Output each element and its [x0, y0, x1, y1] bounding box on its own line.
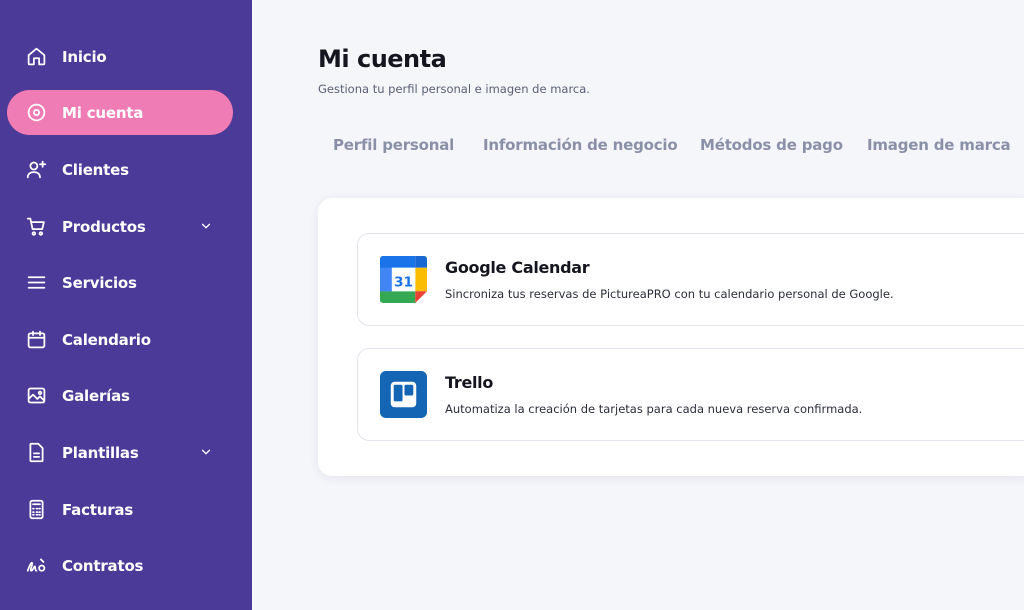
trello-logo — [380, 371, 427, 418]
account-circle-icon — [25, 101, 48, 124]
cart-icon — [25, 215, 48, 238]
file-icon — [25, 441, 48, 464]
sidebar-item-productos[interactable]: Productos — [7, 204, 233, 249]
sidebar-item-galerias[interactable]: Galerías — [7, 373, 233, 418]
google-calendar-logo: 31 — [380, 256, 427, 303]
calendar-icon — [25, 328, 48, 351]
tab-metodos-pago[interactable]: Métodos de pago — [700, 136, 843, 154]
tab-imagen-marca[interactable]: Imagen de marca — [867, 136, 1011, 154]
integration-description: Automatiza la creación de tarjetas para … — [445, 402, 863, 416]
page-title: Mi cuenta — [318, 45, 447, 73]
tab-informacion-negocio[interactable]: Información de negocio — [483, 136, 678, 154]
integration-name: Google Calendar — [445, 258, 590, 277]
sidebar-item-label: Servicios — [62, 273, 137, 292]
chevron-down-icon[interactable] — [199, 445, 213, 459]
sidebar-item-label: Mi cuenta — [62, 103, 144, 122]
sidebar-item-facturas[interactable]: Facturas — [7, 487, 233, 532]
page-subtitle: Gestiona tu perfil personal e imagen de … — [318, 82, 590, 96]
sidebar-item-label: Contratos — [62, 556, 144, 575]
integrations-card: 31 Google Calendar Sincroniza tus reserv… — [318, 198, 1024, 476]
integration-trello[interactable]: Trello Automatiza la creación de tarjeta… — [357, 348, 1024, 441]
menu-lines-icon — [25, 271, 48, 294]
sidebar-item-plantillas[interactable]: Plantillas — [7, 430, 233, 475]
main-content: Mi cuenta Gestiona tu perfil personal e … — [252, 0, 1024, 610]
sidebar-item-label: Productos — [62, 217, 146, 236]
sidebar-item-mi-cuenta[interactable]: Mi cuenta — [7, 90, 233, 135]
integration-name: Trello — [445, 373, 494, 392]
signature-icon — [25, 554, 48, 577]
chevron-down-icon[interactable] — [199, 219, 213, 233]
tab-perfil-personal[interactable]: Perfil personal — [333, 136, 454, 154]
image-icon — [25, 384, 48, 407]
sidebar-item-contratos[interactable]: Contratos — [7, 543, 233, 588]
integration-description: Sincroniza tus reservas de PictureaPRO c… — [445, 287, 894, 301]
sidebar-item-label: Galerías — [62, 386, 130, 405]
sidebar-item-label: Calendario — [62, 330, 151, 349]
sidebar-item-label: Inicio — [62, 47, 107, 66]
sidebar-item-label: Facturas — [62, 500, 134, 519]
home-icon — [25, 45, 48, 68]
sidebar-item-clientes[interactable]: Clientes — [7, 147, 233, 192]
sidebar-item-label: Clientes — [62, 160, 129, 179]
sidebar-item-calendario[interactable]: Calendario — [7, 317, 233, 362]
sidebar: Inicio Mi cuenta Clientes Productos Serv… — [0, 0, 252, 610]
calculator-icon — [25, 498, 48, 521]
svg-text:31: 31 — [394, 274, 413, 290]
sidebar-item-servicios[interactable]: Servicios — [7, 260, 233, 305]
sidebar-item-inicio[interactable]: Inicio — [7, 34, 233, 79]
user-plus-icon — [25, 158, 48, 181]
integration-google-calendar[interactable]: 31 Google Calendar Sincroniza tus reserv… — [357, 233, 1024, 326]
sidebar-item-label: Plantillas — [62, 443, 139, 462]
